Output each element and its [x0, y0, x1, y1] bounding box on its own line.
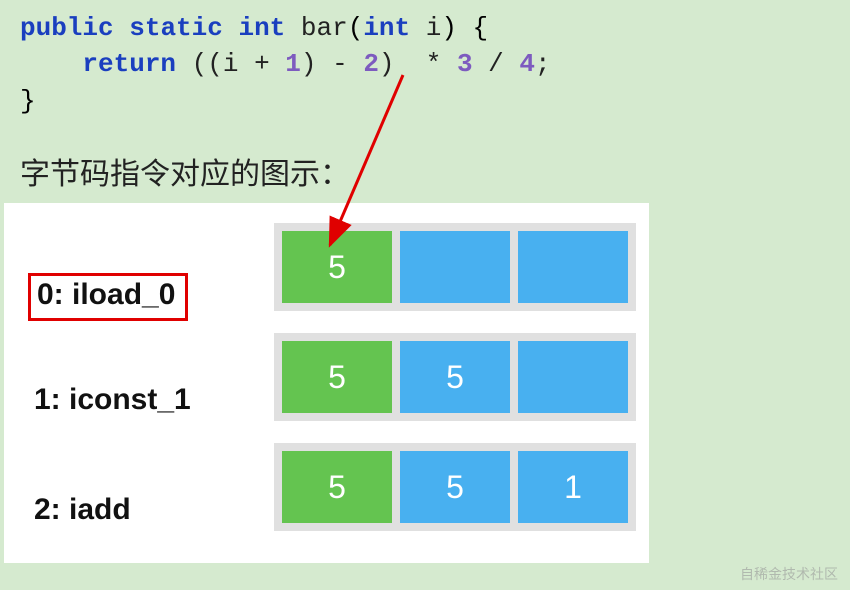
expr-part: / — [473, 49, 520, 79]
stack-cell: 5 — [400, 451, 510, 523]
stack-cell: 5 — [282, 341, 392, 413]
param-name: i — [426, 13, 442, 43]
param-type: int — [363, 13, 410, 43]
expr-part: ((i + — [192, 49, 286, 79]
instruction-0: 0: iload_0 — [28, 273, 188, 321]
keyword-public: public — [20, 13, 114, 43]
watermark: 自稀金技术社区 — [740, 564, 838, 584]
expr-end: ; — [535, 49, 551, 79]
type-int: int — [238, 13, 285, 43]
number-literal: 2 — [363, 49, 379, 79]
stack-cell: 5 — [282, 451, 392, 523]
number-literal: 3 — [457, 49, 473, 79]
bytecode-diagram: 0: iload_0 1: iconst_1 2: iadd 5 5 5 5 5… — [4, 203, 649, 563]
keyword-static: static — [129, 13, 223, 43]
stack-row-2: 5 5 1 — [274, 443, 636, 531]
stack-cell — [400, 231, 510, 303]
stack-row-0: 5 — [274, 223, 636, 311]
instruction-1: 1: iconst_1 — [34, 383, 191, 417]
stack-row-1: 5 5 — [274, 333, 636, 421]
number-literal: 4 — [519, 49, 535, 79]
stack-cell — [518, 231, 628, 303]
stack-cell: 1 — [518, 451, 628, 523]
number-literal: 1 — [285, 49, 301, 79]
function-name: bar — [301, 13, 348, 43]
instruction-2: 2: iadd — [34, 493, 131, 527]
stack-cell — [518, 341, 628, 413]
expr-part: ) - — [301, 49, 363, 79]
expr-part: ) * — [379, 49, 457, 79]
stack-cell: 5 — [400, 341, 510, 413]
code-block: public static int bar(int i) { return ((… — [0, 0, 850, 119]
keyword-return: return — [82, 49, 176, 79]
stack-cell: 5 — [282, 231, 392, 303]
diagram-caption: 字节码指令对应的图示： — [0, 119, 850, 203]
